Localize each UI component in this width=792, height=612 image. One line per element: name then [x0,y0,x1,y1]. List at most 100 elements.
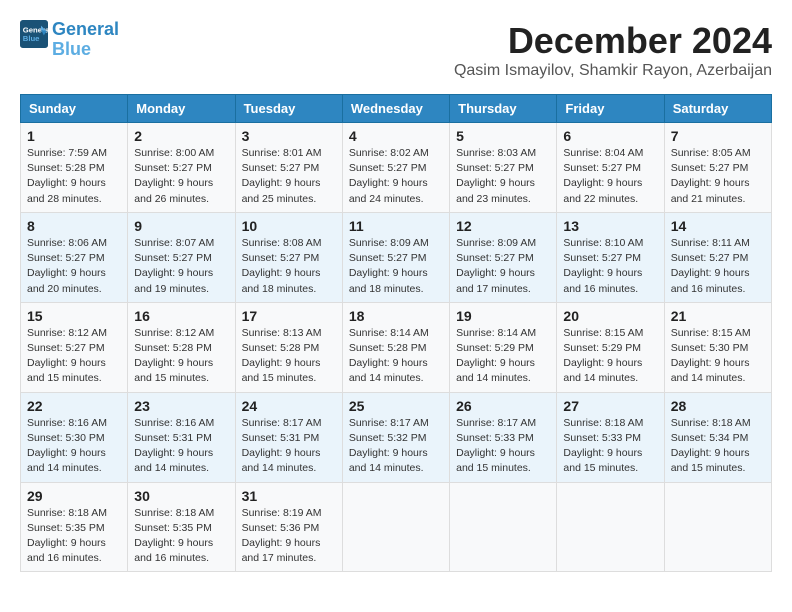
daylight-label: Daylight: 9 hours and 17 minutes. [242,537,321,564]
day-number: 16 [134,308,228,324]
daylight-label: Daylight: 9 hours and 24 minutes. [349,177,428,204]
col-thursday: Thursday [450,95,557,123]
day-number: 23 [134,398,228,414]
col-monday: Monday [128,95,235,123]
table-cell: 24 Sunrise: 8:17 AM Sunset: 5:31 PM Dayl… [235,392,342,482]
sunset-label: Sunset: 5:27 PM [27,252,105,264]
day-number: 7 [671,128,765,144]
daylight-label: Daylight: 9 hours and 14 minutes. [134,447,213,474]
day-number: 9 [134,218,228,234]
day-number: 15 [27,308,121,324]
table-cell: 31 Sunrise: 8:19 AM Sunset: 5:36 PM Dayl… [235,482,342,572]
day-info: Sunrise: 8:14 AM Sunset: 5:29 PM Dayligh… [456,326,550,387]
table-cell: 28 Sunrise: 8:18 AM Sunset: 5:34 PM Dayl… [664,392,771,482]
daylight-label: Daylight: 9 hours and 16 minutes. [671,267,750,294]
daylight-label: Daylight: 9 hours and 14 minutes. [671,357,750,384]
day-number: 17 [242,308,336,324]
day-info: Sunrise: 8:15 AM Sunset: 5:29 PM Dayligh… [563,326,657,387]
col-tuesday: Tuesday [235,95,342,123]
logo-text: General Blue [52,20,119,60]
table-cell: 4 Sunrise: 8:02 AM Sunset: 5:27 PM Dayli… [342,123,449,213]
day-number: 1 [27,128,121,144]
day-info: Sunrise: 8:14 AM Sunset: 5:28 PM Dayligh… [349,326,443,387]
title-section: December 2024 Qasim Ismayilov, Shamkir R… [454,20,772,80]
sunset-label: Sunset: 5:31 PM [242,432,320,444]
day-info: Sunrise: 8:17 AM Sunset: 5:31 PM Dayligh… [242,416,336,477]
daylight-label: Daylight: 9 hours and 23 minutes. [456,177,535,204]
table-cell: 14 Sunrise: 8:11 AM Sunset: 5:27 PM Dayl… [664,212,771,302]
day-number: 3 [242,128,336,144]
day-number: 24 [242,398,336,414]
day-number: 10 [242,218,336,234]
day-number: 14 [671,218,765,234]
day-number: 5 [456,128,550,144]
day-info: Sunrise: 8:16 AM Sunset: 5:30 PM Dayligh… [27,416,121,477]
daylight-label: Daylight: 9 hours and 15 minutes. [671,447,750,474]
sunset-label: Sunset: 5:28 PM [27,162,105,174]
sunset-label: Sunset: 5:27 PM [242,252,320,264]
daylight-label: Daylight: 9 hours and 15 minutes. [27,357,106,384]
sunset-label: Sunset: 5:31 PM [134,432,212,444]
sunset-label: Sunset: 5:30 PM [27,432,105,444]
table-cell [342,482,449,572]
day-number: 30 [134,488,228,504]
sunset-label: Sunset: 5:27 PM [349,252,427,264]
daylight-label: Daylight: 9 hours and 15 minutes. [563,447,642,474]
daylight-label: Daylight: 9 hours and 28 minutes. [27,177,106,204]
daylight-label: Daylight: 9 hours and 14 minutes. [456,357,535,384]
sunrise-label: Sunrise: 8:18 AM [671,417,751,429]
table-cell: 16 Sunrise: 8:12 AM Sunset: 5:28 PM Dayl… [128,302,235,392]
daylight-label: Daylight: 9 hours and 25 minutes. [242,177,321,204]
day-info: Sunrise: 8:12 AM Sunset: 5:27 PM Dayligh… [27,326,121,387]
day-info: Sunrise: 8:16 AM Sunset: 5:31 PM Dayligh… [134,416,228,477]
day-number: 2 [134,128,228,144]
daylight-label: Daylight: 9 hours and 14 minutes. [349,447,428,474]
day-info: Sunrise: 8:17 AM Sunset: 5:33 PM Dayligh… [456,416,550,477]
day-info: Sunrise: 8:11 AM Sunset: 5:27 PM Dayligh… [671,236,765,297]
table-cell: 10 Sunrise: 8:08 AM Sunset: 5:27 PM Dayl… [235,212,342,302]
col-wednesday: Wednesday [342,95,449,123]
table-cell: 20 Sunrise: 8:15 AM Sunset: 5:29 PM Dayl… [557,302,664,392]
day-number: 28 [671,398,765,414]
sunrise-label: Sunrise: 8:04 AM [563,147,643,159]
sunset-label: Sunset: 5:27 PM [563,162,641,174]
sunrise-label: Sunrise: 8:18 AM [134,507,214,519]
day-info: Sunrise: 8:09 AM Sunset: 5:27 PM Dayligh… [349,236,443,297]
col-saturday: Saturday [664,95,771,123]
sunrise-label: Sunrise: 8:18 AM [27,507,107,519]
sunset-label: Sunset: 5:28 PM [349,342,427,354]
sunset-label: Sunset: 5:33 PM [456,432,534,444]
sunset-label: Sunset: 5:28 PM [242,342,320,354]
sunrise-label: Sunrise: 7:59 AM [27,147,107,159]
table-cell: 27 Sunrise: 8:18 AM Sunset: 5:33 PM Dayl… [557,392,664,482]
sunrise-label: Sunrise: 8:09 AM [456,237,536,249]
sunset-label: Sunset: 5:35 PM [27,522,105,534]
table-cell: 9 Sunrise: 8:07 AM Sunset: 5:27 PM Dayli… [128,212,235,302]
table-cell: 19 Sunrise: 8:14 AM Sunset: 5:29 PM Dayl… [450,302,557,392]
sunrise-label: Sunrise: 8:16 AM [134,417,214,429]
daylight-label: Daylight: 9 hours and 20 minutes. [27,267,106,294]
logo-icon: General Blue [20,20,48,48]
daylight-label: Daylight: 9 hours and 22 minutes. [563,177,642,204]
table-cell [664,482,771,572]
table-cell: 15 Sunrise: 8:12 AM Sunset: 5:27 PM Dayl… [21,302,128,392]
daylight-label: Daylight: 9 hours and 26 minutes. [134,177,213,204]
day-number: 25 [349,398,443,414]
table-cell: 1 Sunrise: 7:59 AM Sunset: 5:28 PM Dayli… [21,123,128,213]
daylight-label: Daylight: 9 hours and 21 minutes. [671,177,750,204]
day-number: 6 [563,128,657,144]
day-info: Sunrise: 8:06 AM Sunset: 5:27 PM Dayligh… [27,236,121,297]
sunrise-label: Sunrise: 8:12 AM [134,327,214,339]
daylight-label: Daylight: 9 hours and 18 minutes. [349,267,428,294]
table-cell: 17 Sunrise: 8:13 AM Sunset: 5:28 PM Dayl… [235,302,342,392]
day-info: Sunrise: 8:04 AM Sunset: 5:27 PM Dayligh… [563,146,657,207]
day-info: Sunrise: 8:18 AM Sunset: 5:35 PM Dayligh… [27,506,121,567]
sunrise-label: Sunrise: 8:05 AM [671,147,751,159]
sunset-label: Sunset: 5:27 PM [134,252,212,264]
table-cell: 7 Sunrise: 8:05 AM Sunset: 5:27 PM Dayli… [664,123,771,213]
day-number: 4 [349,128,443,144]
table-cell: 21 Sunrise: 8:15 AM Sunset: 5:30 PM Dayl… [664,302,771,392]
sunrise-label: Sunrise: 8:11 AM [671,237,750,249]
day-number: 31 [242,488,336,504]
sunrise-label: Sunrise: 8:02 AM [349,147,429,159]
